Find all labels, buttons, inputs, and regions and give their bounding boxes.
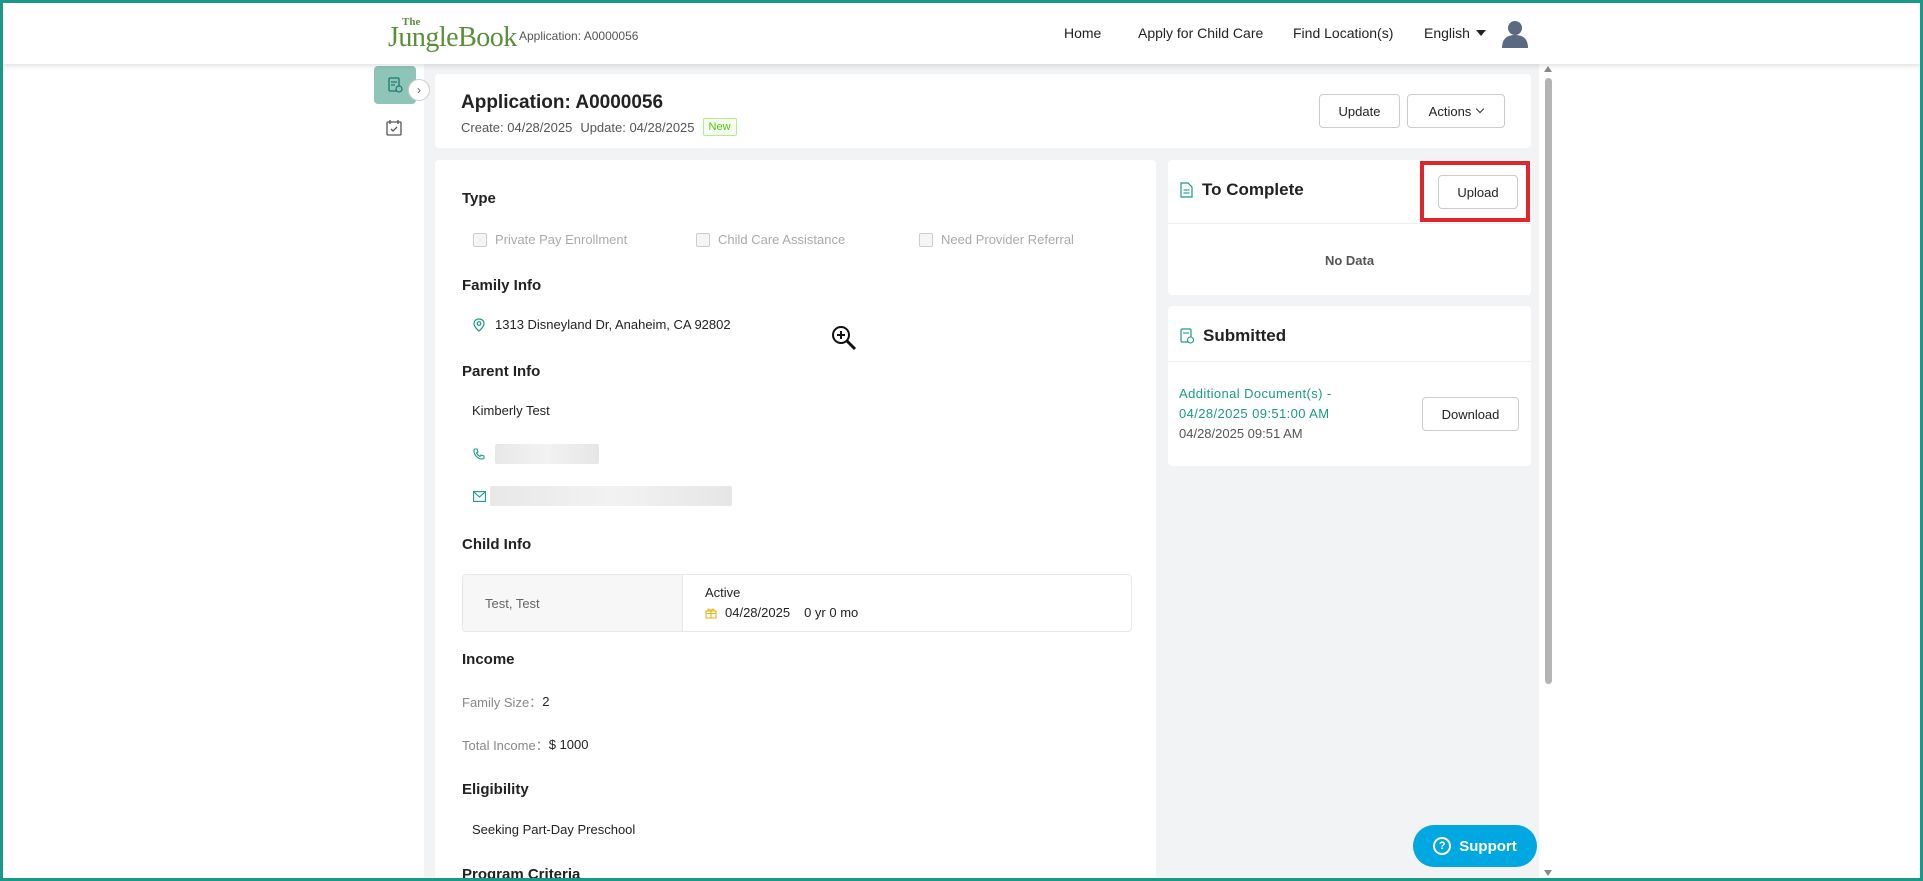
family-size-label: Family Size： bbox=[462, 695, 543, 710]
divider bbox=[1168, 361, 1531, 362]
total-income-value: $ 1000 bbox=[548, 737, 589, 752]
chevron-right-icon: › bbox=[417, 83, 421, 97]
family-info-title: Family Info bbox=[462, 277, 542, 294]
child-card[interactable]: Test, Test Active 04/28/2025 0 yr 0 mo bbox=[462, 574, 1132, 632]
help-icon: ? bbox=[1433, 837, 1452, 855]
chevron-down-icon bbox=[1476, 104, 1485, 114]
total-income-label: Total Income： bbox=[462, 738, 549, 753]
submitted-document-link[interactable]: Additional Document(s) - 04/28/2025 09:5… bbox=[1179, 384, 1332, 424]
child-dob-row: 04/28/2025 0 yr 0 mo bbox=[705, 605, 858, 620]
checkbox bbox=[696, 232, 710, 247]
checkbox bbox=[919, 232, 933, 247]
support-label: Support bbox=[1459, 837, 1517, 855]
document-icon bbox=[1180, 182, 1193, 198]
location-pin-icon bbox=[473, 317, 485, 332]
parent-info-title: Parent Info bbox=[462, 363, 541, 380]
page-title: Application: A0000056 bbox=[461, 92, 664, 113]
to-complete-title-row: To Complete bbox=[1180, 180, 1304, 200]
submitted-title: Submitted bbox=[1203, 326, 1287, 345]
email-row bbox=[473, 486, 732, 506]
divider bbox=[1168, 223, 1531, 224]
scroll-down-arrow-icon[interactable] bbox=[1544, 870, 1552, 876]
language-selector[interactable]: English bbox=[1424, 25, 1486, 41]
user-avatar-icon[interactable] bbox=[1502, 20, 1528, 48]
actions-dropdown-button[interactable]: Actions bbox=[1407, 94, 1505, 128]
nav-find-locations-link[interactable]: Find Location(s) bbox=[1293, 25, 1393, 41]
empty-state-text: No Data bbox=[1324, 253, 1375, 268]
create-date: Create: 04/28/2025 bbox=[461, 119, 573, 135]
phone-redacted bbox=[495, 444, 599, 464]
checkbox bbox=[473, 232, 487, 247]
type-section-title: Type bbox=[462, 190, 496, 207]
type-option-child-care-assistance: Child Care Assistance bbox=[696, 232, 919, 247]
scrollbar-thumb[interactable] bbox=[1545, 78, 1552, 684]
phone-row bbox=[473, 444, 599, 464]
logo-main-text: JungleBook bbox=[388, 22, 517, 53]
caret-down-icon bbox=[1475, 30, 1486, 36]
mail-icon bbox=[473, 490, 486, 502]
type-option-provider-referral: Need Provider Referral bbox=[919, 232, 1074, 247]
type-options: Private Pay Enrollment Child Care Assist… bbox=[473, 232, 1074, 247]
submitted-card: Submitted Additional Document(s) - 04/28… bbox=[1168, 306, 1531, 466]
actions-label: Actions bbox=[1428, 103, 1472, 119]
document-icon bbox=[388, 77, 403, 93]
total-income-row: Total Income： $ 1000 bbox=[462, 735, 588, 754]
language-label: English bbox=[1424, 25, 1470, 41]
type-option-private-pay: Private Pay Enrollment bbox=[473, 232, 696, 247]
eligibility-value: Seeking Part-Day Preschool bbox=[472, 822, 636, 837]
top-header: The JungleBook Application: A0000056 Hom… bbox=[0, 0, 1923, 64]
nav-home-link[interactable]: Home bbox=[1064, 25, 1101, 41]
gift-icon bbox=[705, 608, 717, 619]
application-dates: Create: 04/28/2025 Update: 04/28/2025 Ne… bbox=[461, 118, 737, 136]
checkbox-label: Private Pay Enrollment bbox=[495, 232, 628, 247]
email-redacted bbox=[490, 486, 732, 506]
child-age: 0 yr 0 mo bbox=[804, 605, 859, 620]
family-size-value: 2 bbox=[542, 694, 550, 709]
checkbox-label: Need Provider Referral bbox=[941, 232, 1074, 247]
download-button[interactable]: Download bbox=[1422, 397, 1519, 431]
checkbox-label: Child Care Assistance bbox=[718, 232, 846, 247]
nav-apply-link[interactable]: Apply for Child Care bbox=[1138, 25, 1263, 41]
document-link-line2: 04/28/2025 09:51:00 AM bbox=[1179, 406, 1330, 421]
update-button[interactable]: Update bbox=[1319, 94, 1400, 128]
child-dob: 04/28/2025 bbox=[725, 605, 791, 620]
application-detail-card: Type Private Pay Enrollment Child Care A… bbox=[435, 160, 1156, 881]
program-criteria-title: Program Criteria bbox=[462, 866, 581, 881]
submitted-title-row: Submitted bbox=[1180, 326, 1286, 346]
address-text: 1313 Disneyland Dr, Anaheim, CA 92802 bbox=[495, 317, 731, 332]
header-application-id: Application: A0000056 bbox=[519, 29, 639, 43]
child-name: Test, Test bbox=[463, 575, 683, 631]
update-date: Update: 04/28/2025 bbox=[580, 119, 695, 135]
child-status: Active bbox=[705, 585, 741, 600]
calendar-check-icon[interactable] bbox=[384, 118, 404, 138]
document-link-line1: Additional Document(s) - bbox=[1179, 386, 1332, 401]
scroll-up-arrow-icon[interactable] bbox=[1544, 66, 1552, 72]
document-check-icon bbox=[1180, 328, 1194, 344]
income-title: Income bbox=[462, 651, 515, 668]
status-badge: New bbox=[702, 118, 737, 136]
parent-name: Kimberly Test bbox=[472, 403, 550, 418]
phone-icon bbox=[473, 448, 485, 460]
upload-highlight-box bbox=[1420, 161, 1530, 222]
address-row: 1313 Disneyland Dr, Anaheim, CA 92802 bbox=[473, 317, 731, 332]
zoom-in-cursor-icon bbox=[832, 326, 857, 351]
eligibility-title: Eligibility bbox=[462, 781, 529, 798]
submitted-date: 04/28/2025 09:51 AM bbox=[1179, 426, 1303, 441]
family-size-row: Family Size： 2 bbox=[462, 692, 549, 711]
to-complete-title: To Complete bbox=[1202, 180, 1304, 199]
support-button[interactable]: ? Support bbox=[1413, 825, 1537, 867]
child-info-title: Child Info bbox=[462, 536, 532, 553]
rail-expand-button[interactable]: › bbox=[408, 79, 430, 101]
